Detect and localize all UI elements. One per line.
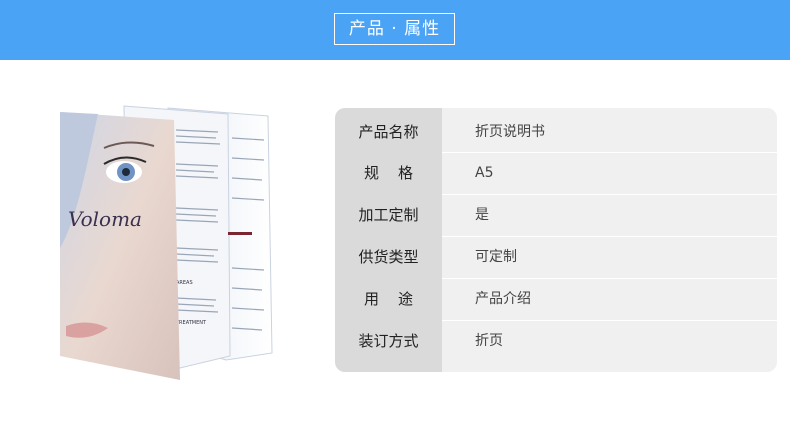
brochure-brand-logo: Voloma bbox=[68, 207, 142, 231]
table-row: 装订方式 折页 bbox=[335, 321, 777, 362]
table-row: 产品名称 折页说明书 bbox=[335, 112, 777, 153]
row-label: 产品名称 bbox=[358, 123, 419, 141]
table-row: 供货类型 可定制 bbox=[335, 237, 777, 278]
row-label: 供货类型 bbox=[358, 248, 419, 266]
row-value: 可定制 bbox=[475, 249, 517, 265]
table-row: 规 格 A5 bbox=[335, 153, 777, 194]
panel-heading-areas: AREAS bbox=[176, 280, 193, 286]
product-image-brochure: AREAS TREATMENT Voloma bbox=[60, 105, 273, 380]
table-row: 用 途 产品介绍 bbox=[335, 279, 777, 320]
section-title: 产品 · 属性 bbox=[334, 13, 455, 45]
row-label: 用 途 bbox=[363, 290, 414, 308]
row-label: 加工定制 bbox=[358, 206, 419, 224]
panel-heading-treatment: TREATMENT bbox=[175, 320, 207, 326]
spec-table: 产品名称 折页说明书 规 格 A5 加工定制 是 供货类型 可定制 用 途 产品… bbox=[335, 108, 777, 372]
row-value: A5 bbox=[475, 165, 494, 181]
table-row: 加工定制 是 bbox=[335, 195, 777, 236]
header-bar: 产品 · 属性 bbox=[0, 0, 790, 60]
row-label: 规 格 bbox=[363, 164, 414, 182]
row-value: 产品介绍 bbox=[475, 291, 531, 307]
row-value: 折页说明书 bbox=[475, 124, 545, 140]
row-value: 折页 bbox=[475, 333, 503, 349]
row-label: 装订方式 bbox=[358, 332, 419, 350]
row-value: 是 bbox=[475, 207, 489, 223]
